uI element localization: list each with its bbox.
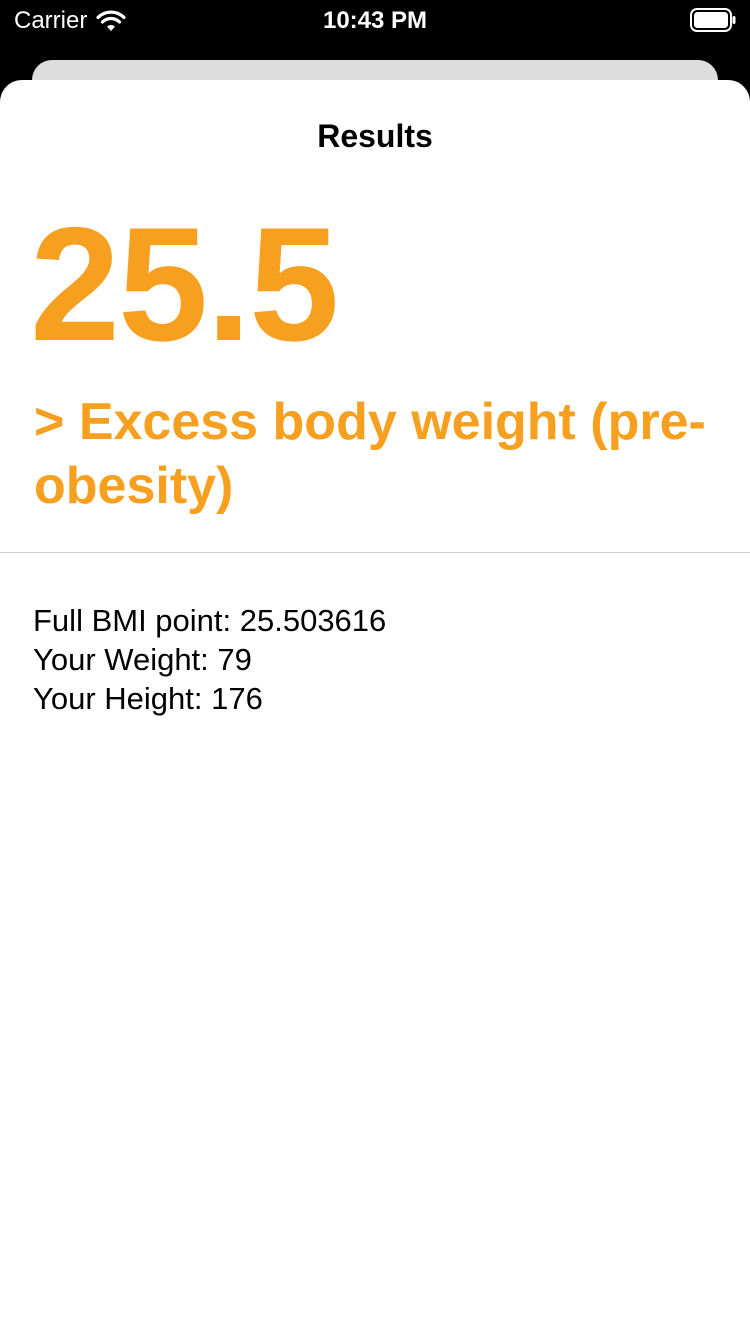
bmi-value: 25.5 — [30, 194, 339, 375]
details-block: Full BMI point: 25.503616 Your Weight: 7… — [33, 601, 386, 718]
status-time: 10:43 PM — [322, 7, 428, 34]
battery-icon — [690, 8, 736, 32]
status-bar: Carrier 10:43 PM — [0, 0, 750, 42]
page-title: Results — [317, 118, 433, 154]
weight-text: Your Weight: 79 — [33, 642, 252, 677]
results-sheet: Results 25.5 > Excess body weight (pre-o… — [0, 80, 750, 1334]
divider — [0, 552, 750, 553]
bmi-category: > Excess body weight (pre-obesity) — [34, 393, 706, 515]
full-bmi-text: Full BMI point: 25.503616 — [33, 603, 387, 638]
height-text: Your Height: 176 — [33, 681, 263, 716]
